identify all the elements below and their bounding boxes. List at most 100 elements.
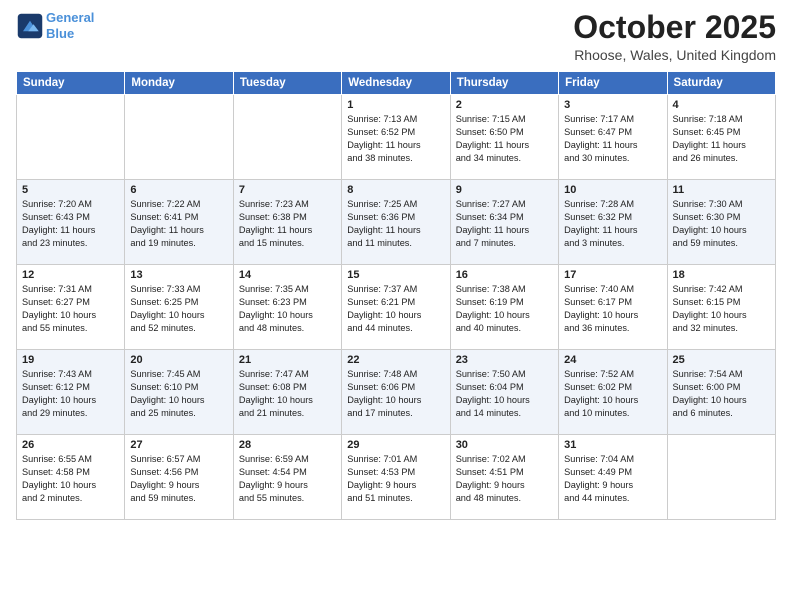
day-number: 13 [130,269,227,281]
day-number: 7 [239,184,336,196]
day-number: 11 [673,184,770,196]
day-number: 21 [239,354,336,366]
day-info: Sunrise: 7:27 AMSunset: 6:34 PMDaylight:… [456,198,553,250]
logo-text: General Blue [46,10,94,41]
weekday-header-friday: Friday [559,72,667,95]
calendar-cell-4-2: 20 Sunrise: 7:45 AMSunset: 6:10 PMDayligh… [125,350,233,435]
calendar-cell-4-7: 25Sunrise: 7:54 AMSunset: 6:00 PMDayligh… [667,350,775,435]
day-info: Sunrise: 7:20 AMSunset: 6:43 PMDaylight:… [22,198,119,250]
calendar-cell-3-5: 16 Sunrise: 7:38 AMSunset: 6:19 PMDayligh… [450,265,558,350]
day-number: 24 [564,354,661,366]
day-number: 8 [347,184,444,196]
calendar-cell-4-1: 19 Sunrise: 7:43 AMSunset: 6:12 PMDayligh… [17,350,125,435]
calendar-cell-3-4: 15 Sunrise: 7:37 AMSunset: 6:21 PMDayligh… [342,265,450,350]
logo-icon [16,12,44,40]
day-info: Sunrise: 7:28 AMSunset: 6:32 PMDaylight:… [564,198,661,250]
week-row-4: 19 Sunrise: 7:43 AMSunset: 6:12 PMDayligh… [17,350,776,435]
week-row-5: 26 Sunrise: 6:55 AMSunset: 4:58 PMDayligh… [17,435,776,520]
logo-general: General [46,10,94,25]
day-info: Sunrise: 7:45 AMSunset: 6:10 PMDaylight:… [130,368,227,420]
day-info: Sunrise: 7:31 AMSunset: 6:27 PMDaylight:… [22,283,119,335]
calendar-cell-1-7: 4Sunrise: 7:18 AMSunset: 6:45 PMDaylight… [667,95,775,180]
day-info: Sunrise: 7:47 AMSunset: 6:08 PMDaylight:… [239,368,336,420]
day-info: Sunrise: 7:37 AMSunset: 6:21 PMDaylight:… [347,283,444,335]
week-row-1: 1 Sunrise: 7:13 AMSunset: 6:52 PMDaylight… [17,95,776,180]
title-block: October 2025 Rhoose, Wales, United Kingd… [573,10,776,63]
day-info: Sunrise: 7:25 AMSunset: 6:36 PMDaylight:… [347,198,444,250]
day-number: 23 [456,354,553,366]
day-number: 26 [22,439,119,451]
day-info: Sunrise: 7:17 AMSunset: 6:47 PMDaylight:… [564,113,661,165]
day-info: Sunrise: 6:59 AMSunset: 4:54 PMDaylight:… [239,453,336,505]
day-info: Sunrise: 7:33 AMSunset: 6:25 PMDaylight:… [130,283,227,335]
day-number: 10 [564,184,661,196]
day-number: 2 [456,99,553,111]
day-info: Sunrise: 7:15 AMSunset: 6:50 PMDaylight:… [456,113,553,165]
header: General Blue October 2025 Rhoose, Wales,… [16,10,776,63]
calendar-cell-5-6: 31 Sunrise: 7:04 AMSunset: 4:49 PMDayligh… [559,435,667,520]
calendar-cell-4-4: 22 Sunrise: 7:48 AMSunset: 6:06 PMDayligh… [342,350,450,435]
day-info: Sunrise: 6:57 AMSunset: 4:56 PMDaylight:… [130,453,227,505]
calendar-cell-5-7 [667,435,775,520]
logo-blue: Blue [46,26,74,41]
day-number: 6 [130,184,227,196]
day-info: Sunrise: 7:02 AMSunset: 4:51 PMDaylight:… [456,453,553,505]
calendar-cell-1-4: 1 Sunrise: 7:13 AMSunset: 6:52 PMDaylight… [342,95,450,180]
calendar-cell-3-7: 18 Sunrise: 7:42 AMSunset: 6:15 PMDayligh… [667,265,775,350]
day-info: Sunrise: 7:04 AMSunset: 4:49 PMDaylight:… [564,453,661,505]
day-number: 31 [564,439,661,451]
day-number: 19 [22,354,119,366]
calendar-cell-2-2: 6 Sunrise: 7:22 AMSunset: 6:41 PMDaylight… [125,180,233,265]
day-info: Sunrise: 7:22 AMSunset: 6:41 PMDaylight:… [130,198,227,250]
calendar-cell-1-6: 3 Sunrise: 7:17 AMSunset: 6:47 PMDaylight… [559,95,667,180]
day-info: Sunrise: 7:35 AMSunset: 6:23 PMDaylight:… [239,283,336,335]
day-number: 1 [347,99,444,111]
month-title: October 2025 [573,10,776,45]
calendar-cell-3-3: 14 Sunrise: 7:35 AMSunset: 6:23 PMDayligh… [233,265,341,350]
day-info: Sunrise: 7:42 AMSunset: 6:15 PMDaylight:… [673,283,770,335]
weekday-header-row: SundayMondayTuesdayWednesdayThursdayFrid… [17,72,776,95]
calendar-cell-3-2: 13 Sunrise: 7:33 AMSunset: 6:25 PMDayligh… [125,265,233,350]
calendar-cell-2-5: 9 Sunrise: 7:27 AMSunset: 6:34 PMDaylight… [450,180,558,265]
day-info: Sunrise: 7:01 AMSunset: 4:53 PMDaylight:… [347,453,444,505]
day-info: Sunrise: 7:48 AMSunset: 6:06 PMDaylight:… [347,368,444,420]
calendar-cell-3-6: 17 Sunrise: 7:40 AMSunset: 6:17 PMDayligh… [559,265,667,350]
day-number: 15 [347,269,444,281]
calendar-cell-2-1: 5 Sunrise: 7:20 AMSunset: 6:43 PMDaylight… [17,180,125,265]
calendar-cell-5-1: 26 Sunrise: 6:55 AMSunset: 4:58 PMDayligh… [17,435,125,520]
day-info: Sunrise: 7:13 AMSunset: 6:52 PMDaylight:… [347,113,444,165]
day-number: 17 [564,269,661,281]
day-number: 5 [22,184,119,196]
calendar-cell-4-5: 23Sunrise: 7:50 AMSunset: 6:04 PMDayligh… [450,350,558,435]
day-number: 9 [456,184,553,196]
day-info: Sunrise: 7:38 AMSunset: 6:19 PMDaylight:… [456,283,553,335]
calendar-cell-5-4: 29Sunrise: 7:01 AMSunset: 4:53 PMDayligh… [342,435,450,520]
week-row-3: 12 Sunrise: 7:31 AMSunset: 6:27 PMDayligh… [17,265,776,350]
day-info: Sunrise: 7:40 AMSunset: 6:17 PMDaylight:… [564,283,661,335]
day-info: Sunrise: 6:55 AMSunset: 4:58 PMDaylight:… [22,453,119,505]
location-title: Rhoose, Wales, United Kingdom [573,47,776,63]
day-info: Sunrise: 7:30 AMSunset: 6:30 PMDaylight:… [673,198,770,250]
day-number: 18 [673,269,770,281]
day-number: 14 [239,269,336,281]
day-info: Sunrise: 7:54 AMSunset: 6:00 PMDaylight:… [673,368,770,420]
logo: General Blue [16,10,94,41]
calendar-cell-5-3: 28Sunrise: 6:59 AMSunset: 4:54 PMDayligh… [233,435,341,520]
day-number: 20 [130,354,227,366]
day-number: 27 [130,439,227,451]
day-info: Sunrise: 7:23 AMSunset: 6:38 PMDaylight:… [239,198,336,250]
day-number: 16 [456,269,553,281]
calendar-cell-1-2 [125,95,233,180]
calendar-table: SundayMondayTuesdayWednesdayThursdayFrid… [16,71,776,520]
calendar-cell-2-7: 11 Sunrise: 7:30 AMSunset: 6:30 PMDayligh… [667,180,775,265]
calendar-cell-2-3: 7 Sunrise: 7:23 AMSunset: 6:38 PMDaylight… [233,180,341,265]
calendar-cell-4-3: 21 Sunrise: 7:47 AMSunset: 6:08 PMDayligh… [233,350,341,435]
day-number: 12 [22,269,119,281]
day-number: 4 [673,99,770,111]
day-number: 3 [564,99,661,111]
week-row-2: 5 Sunrise: 7:20 AMSunset: 6:43 PMDaylight… [17,180,776,265]
day-number: 22 [347,354,444,366]
calendar-cell-2-6: 10 Sunrise: 7:28 AMSunset: 6:32 PMDayligh… [559,180,667,265]
calendar-cell-4-6: 24Sunrise: 7:52 AMSunset: 6:02 PMDayligh… [559,350,667,435]
day-info: Sunrise: 7:43 AMSunset: 6:12 PMDaylight:… [22,368,119,420]
